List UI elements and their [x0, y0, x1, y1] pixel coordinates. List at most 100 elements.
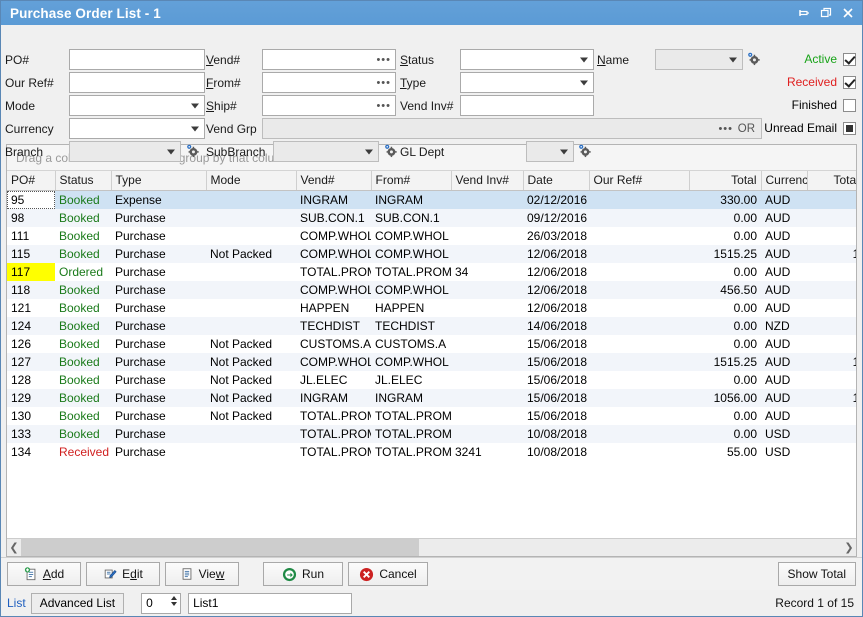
- gl-dept-gear-icon[interactable]: [577, 143, 592, 158]
- column-header-currency[interactable]: Currenc: [761, 171, 807, 191]
- gl-dept-select[interactable]: [526, 141, 574, 162]
- scroll-left-arrow[interactable]: ❮: [7, 539, 21, 556]
- ellipsis-icon[interactable]: •••: [718, 125, 733, 133]
- branch-gear-icon[interactable]: [185, 143, 200, 158]
- table-row[interactable]: 133BookedPurchaseTOTAL.PROMTOTAL.PROM10/…: [7, 425, 856, 443]
- cell-po: 133: [7, 425, 55, 443]
- cell-po: 128: [7, 371, 55, 389]
- cell-currency: NZD: [761, 317, 807, 335]
- vend-number-input[interactable]: •••: [262, 49, 396, 70]
- column-header-status[interactable]: Status: [55, 171, 111, 191]
- cell-vend: COMP.WHOL: [296, 353, 371, 371]
- ellipsis-icon[interactable]: •••: [376, 79, 391, 87]
- view-button[interactable]: View: [165, 562, 239, 586]
- finished-checkbox-row[interactable]: Finished: [792, 98, 856, 112]
- scrollbar-thumb[interactable]: [21, 539, 419, 556]
- cell-ourref: [589, 425, 689, 443]
- column-header-type[interactable]: Type: [111, 171, 206, 191]
- unread-email-checkbox[interactable]: [843, 122, 856, 135]
- table-row[interactable]: 95BookedExpenseINGRAMINGRAM02/12/2016330…: [7, 191, 856, 210]
- finished-checkbox[interactable]: [843, 99, 856, 112]
- stepper-down-icon[interactable]: [171, 602, 177, 606]
- cell-type: Purchase: [111, 407, 206, 425]
- type-select[interactable]: [460, 72, 594, 93]
- our-ref-input[interactable]: [69, 72, 205, 93]
- column-header-mode[interactable]: Mode: [206, 171, 296, 191]
- grid-scroll-area[interactable]: PO#StatusTypeModeVend#From#Vend Inv#Date…: [7, 171, 856, 538]
- row-count-stepper[interactable]: 0: [141, 593, 181, 614]
- received-label: Received: [787, 75, 837, 89]
- horizontal-scrollbar[interactable]: ❮ ❯: [7, 538, 856, 556]
- table-row[interactable]: 111BookedPurchaseCOMP.WHOLCOMP.WHOL26/03…: [7, 227, 856, 245]
- received-checkbox-row[interactable]: Received: [787, 75, 856, 89]
- name-gear-icon[interactable]: [746, 51, 761, 66]
- cell-currency: AUD: [761, 245, 807, 263]
- table-row[interactable]: 118BookedPurchaseCOMP.WHOLCOMP.WHOL12/06…: [7, 281, 856, 299]
- table-row[interactable]: 126BookedPurchaseNot PackedCUSTOMS.ACUST…: [7, 335, 856, 353]
- cancel-button[interactable]: Cancel: [348, 562, 428, 586]
- column-header-totalaud[interactable]: Total (AUD): [807, 171, 856, 191]
- vend-inv-input[interactable]: [460, 95, 594, 116]
- cell-totalaud: 1515.25: [807, 353, 856, 371]
- table-row[interactable]: 124BookedPurchaseTECHDISTTECHDIST14/06/2…: [7, 317, 856, 335]
- column-header-from[interactable]: From#: [371, 171, 451, 191]
- table-row[interactable]: 130BookedPurchaseNot PackedTOTAL.PROMTOT…: [7, 407, 856, 425]
- table-row[interactable]: 129BookedPurchaseNot PackedINGRAMINGRAM1…: [7, 389, 856, 407]
- cell-ourref: [589, 227, 689, 245]
- add-button[interactable]: Add: [7, 562, 81, 586]
- advanced-list-tab[interactable]: Advanced List: [31, 593, 124, 614]
- subbranch-select[interactable]: [273, 141, 379, 162]
- cell-currency: AUD: [761, 407, 807, 425]
- scroll-right-arrow[interactable]: ❯: [842, 539, 856, 556]
- close-icon[interactable]: [838, 3, 858, 23]
- table-row[interactable]: 117OrderedPurchaseTOTAL.PROMTOTAL.PROM34…: [7, 263, 856, 281]
- cell-totalaud: 330.00: [807, 191, 856, 210]
- subbranch-gear-icon[interactable]: [383, 143, 398, 158]
- list-name-input[interactable]: List1: [188, 593, 352, 614]
- ship-number-input[interactable]: •••: [262, 95, 396, 116]
- currency-select[interactable]: [69, 118, 205, 139]
- ellipsis-icon[interactable]: •••: [376, 102, 391, 110]
- column-header-ourref[interactable]: Our Ref#: [589, 171, 689, 191]
- cell-total: 0.00: [689, 335, 761, 353]
- label-name: Name: [597, 53, 629, 67]
- restore-icon[interactable]: [816, 3, 836, 23]
- mode-select[interactable]: [69, 95, 205, 116]
- from-number-input[interactable]: •••: [262, 72, 396, 93]
- name-select[interactable]: [655, 49, 743, 70]
- cell-totalaud: 0.00: [807, 299, 856, 317]
- table-row[interactable]: 127BookedPurchaseNot PackedCOMP.WHOLCOMP…: [7, 353, 856, 371]
- column-header-date[interactable]: Date: [523, 171, 589, 191]
- active-checkbox[interactable]: [843, 53, 856, 66]
- column-header-po[interactable]: PO#: [7, 171, 55, 191]
- cell-from: COMP.WHOL: [371, 227, 451, 245]
- table-row[interactable]: 121BookedPurchaseHAPPENHAPPEN12/06/20180…: [7, 299, 856, 317]
- table-row[interactable]: 115BookedPurchaseNot PackedCOMP.WHOLCOMP…: [7, 245, 856, 263]
- cell-vend: INGRAM: [296, 389, 371, 407]
- table-row[interactable]: 134ReceivedPurchaseTOTAL.PROMTOTAL.PROM3…: [7, 443, 856, 461]
- active-checkbox-row[interactable]: Active: [804, 52, 856, 66]
- table-row[interactable]: 128BookedPurchaseNot PackedJL.ELECJL.ELE…: [7, 371, 856, 389]
- status-select[interactable]: [460, 49, 594, 70]
- pin-icon[interactable]: [794, 3, 814, 23]
- ellipsis-icon[interactable]: •••: [376, 56, 391, 64]
- cell-date: 10/08/2018: [523, 425, 589, 443]
- edit-button[interactable]: Edit: [86, 562, 160, 586]
- vend-grp-input[interactable]: ••• OR: [262, 118, 762, 139]
- list-tab[interactable]: List: [7, 596, 26, 610]
- scrollbar-track[interactable]: [21, 539, 842, 556]
- stepper-arrows[interactable]: [171, 596, 177, 606]
- unread-email-checkbox-row[interactable]: Unread Email: [764, 121, 856, 135]
- table-row[interactable]: 98BookedPurchaseSUB.CON.1SUB.CON.109/12/…: [7, 209, 856, 227]
- cell-currency: AUD: [761, 389, 807, 407]
- column-header-vend[interactable]: Vend#: [296, 171, 371, 191]
- received-checkbox[interactable]: [843, 76, 856, 89]
- column-header-total[interactable]: Total: [689, 171, 761, 191]
- column-header-vendinv[interactable]: Vend Inv#: [451, 171, 523, 191]
- branch-select[interactable]: [69, 141, 181, 162]
- run-button[interactable]: Run: [263, 562, 343, 586]
- show-total-button[interactable]: Show Total: [778, 562, 856, 586]
- cell-type: Purchase: [111, 317, 206, 335]
- stepper-up-icon[interactable]: [171, 596, 177, 600]
- po-number-input[interactable]: [69, 49, 205, 70]
